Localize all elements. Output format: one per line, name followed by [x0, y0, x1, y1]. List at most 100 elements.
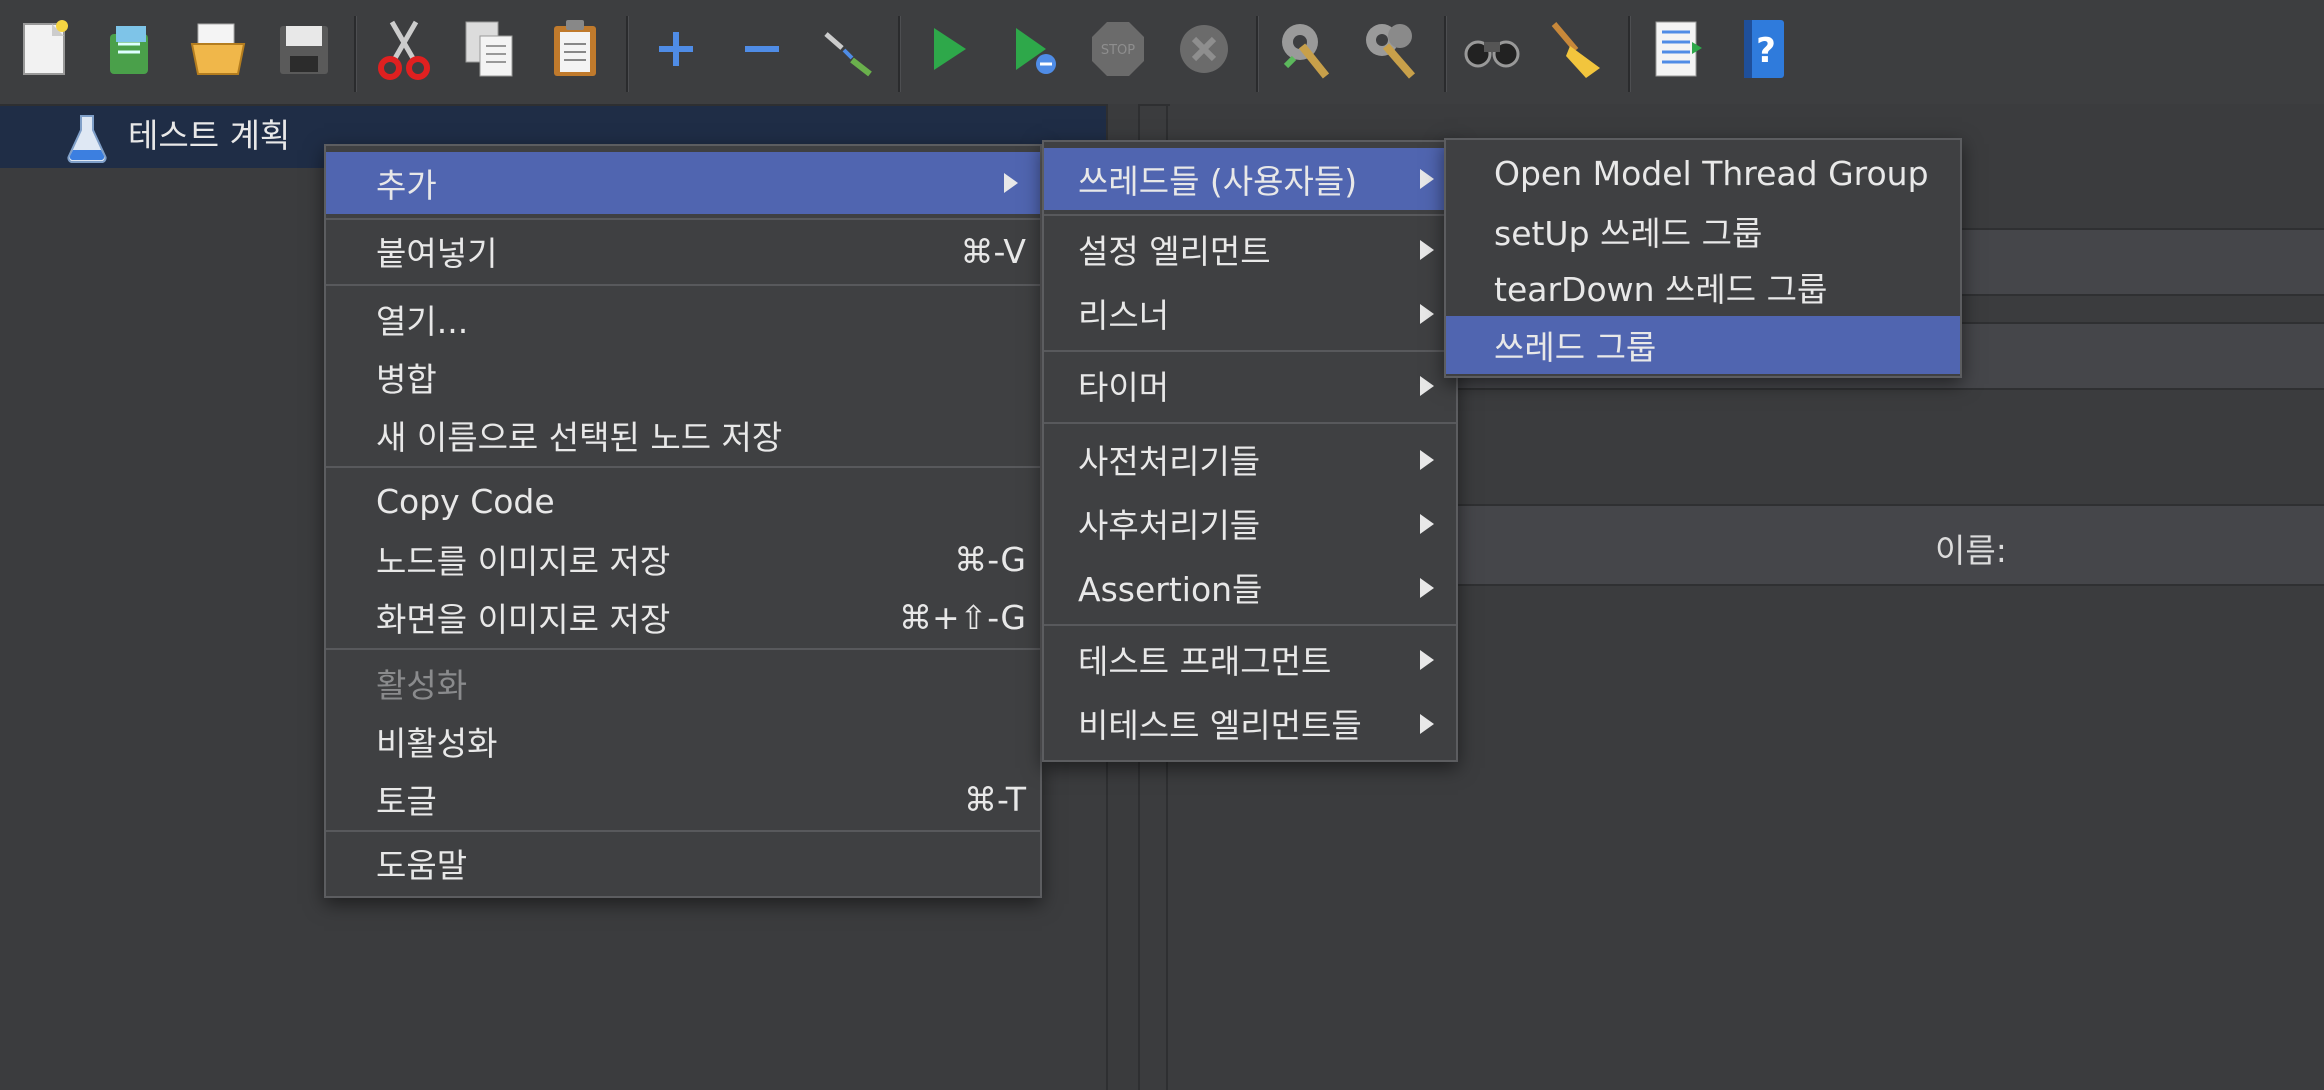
submenu-arrow-icon [1420, 240, 1434, 260]
start-icon[interactable] [916, 14, 980, 84]
menu-item-disable[interactable]: 비활성화 [326, 712, 1040, 770]
menu-item-help[interactable]: 도움말 [326, 834, 1040, 892]
menu-item-label: Copy Code [376, 481, 555, 521]
menu-item-toggle[interactable]: 토글 ⌘-T [326, 770, 1040, 828]
menu-item-label: 쓰레드 그룹 [1494, 328, 1657, 367]
menu-separator [326, 218, 1040, 220]
menu-item-label: 비활성화 [376, 724, 498, 763]
menu-item-label: 리스너 [1078, 296, 1170, 335]
open-icon[interactable] [186, 14, 250, 84]
menu-item-open[interactable]: 열기... [326, 290, 1040, 348]
menu-item-shortcut: ⌘+⇧-G [899, 597, 1026, 637]
menu-item-paste[interactable]: 붙여넣기 ⌘-V [326, 222, 1040, 280]
function-helper-icon[interactable] [1646, 14, 1710, 84]
menu-item-copy-code[interactable]: Copy Code [326, 472, 1040, 530]
toolbar-separator [1256, 16, 1259, 92]
toolbar: STOP ? [0, 0, 2324, 106]
menu-item-setup-thread-group[interactable]: setUp 쓰레드 그룹 [1446, 202, 1960, 260]
templates-icon[interactable] [98, 14, 162, 84]
collapse-icon[interactable] [730, 14, 794, 84]
menu-item-config-element[interactable]: 설정 엘리먼트 [1044, 220, 1456, 278]
menu-item-postprocessors[interactable]: 사후처리기들 [1044, 494, 1456, 552]
toolbar-separator [1628, 16, 1631, 92]
menu-item-label: 추가 [376, 166, 437, 205]
menu-separator [1044, 422, 1456, 424]
menu-item-test-fragment[interactable]: 테스트 프래그먼트 [1044, 630, 1456, 688]
submenu-arrow-icon [1004, 173, 1018, 193]
submenu-arrow-icon [1420, 450, 1434, 470]
clear-icon[interactable] [1272, 14, 1336, 84]
add-submenu: 쓰레드들 (사용자들) 설정 엘리먼트 리스너 타이머 사전처리기들 사후처리기… [1042, 140, 1458, 762]
menu-item-threads[interactable]: 쓰레드들 (사용자들) [1044, 148, 1456, 210]
menu-item-non-test-elements[interactable]: 비테스트 엘리먼트들 [1044, 694, 1456, 752]
menu-separator [1044, 350, 1456, 352]
column-header-name: 이름: [1935, 531, 2007, 570]
new-icon[interactable] [14, 14, 78, 84]
submenu-arrow-icon [1420, 304, 1434, 324]
menu-item-label: Open Model Thread Group [1494, 153, 1929, 193]
menu-item-add[interactable]: 추가 [326, 152, 1040, 214]
shutdown-icon[interactable] [1172, 14, 1236, 84]
toolbar-separator [354, 16, 357, 92]
menu-item-merge[interactable]: 병합 [326, 348, 1040, 406]
cut-icon[interactable] [372, 14, 436, 84]
toolbar-separator [1444, 16, 1447, 92]
menu-item-save-screen-image[interactable]: 화면을 이미지로 저장 ⌘+⇧-G [326, 588, 1040, 646]
menu-item-label: 활성화 [376, 666, 468, 705]
paste-icon[interactable] [544, 14, 608, 84]
menu-item-preprocessors[interactable]: 사전처리기들 [1044, 430, 1456, 488]
test-plan-flask-icon [67, 115, 107, 164]
menu-separator [326, 830, 1040, 832]
menu-item-label: 노드를 이미지로 저장 [376, 542, 671, 581]
submenu-arrow-icon [1420, 650, 1434, 670]
menu-item-label: 붙여넣기 [376, 234, 498, 273]
clear-all-icon[interactable] [1358, 14, 1422, 84]
reset-search-icon[interactable] [1544, 14, 1608, 84]
menu-item-enable: 활성화 [326, 654, 1040, 712]
stop-icon[interactable]: STOP [1086, 14, 1150, 84]
menu-item-label: 도움말 [376, 846, 468, 885]
submenu-arrow-icon [1420, 514, 1434, 534]
menu-separator [326, 648, 1040, 650]
menu-item-label: setUp 쓰레드 그룹 [1494, 214, 1763, 253]
menu-item-label: 사전처리기들 [1078, 442, 1261, 481]
menu-item-label: 쓰레드들 (사용자들) [1078, 162, 1358, 201]
submenu-arrow-icon [1420, 578, 1434, 598]
toolbar-separator [898, 16, 901, 92]
menu-item-save-node-image[interactable]: 노드를 이미지로 저장 ⌘-G [326, 530, 1040, 588]
tree-node-label: 테스트 계획 [128, 116, 291, 155]
stop-icon-text: STOP [1101, 43, 1135, 58]
search-icon[interactable] [1460, 14, 1524, 84]
menu-item-open-model-thread-group[interactable]: Open Model Thread Group [1446, 144, 1960, 202]
menu-item-label: Assertion들 [1078, 570, 1263, 609]
menu-separator [326, 466, 1040, 468]
menu-item-label: 병합 [376, 360, 437, 399]
context-menu: 추가 붙여넣기 ⌘-V 열기... 병합 새 이름으로 선택된 노드 저장 Co… [324, 144, 1042, 898]
expand-icon[interactable] [644, 14, 708, 84]
menu-item-assertions[interactable]: Assertion들 [1044, 558, 1456, 616]
menu-item-teardown-thread-group[interactable]: tearDown 쓰레드 그룹 [1446, 258, 1960, 316]
menu-item-shortcut: ⌘-T [963, 779, 1026, 819]
menu-item-label: 비테스트 엘리먼트들 [1078, 706, 1362, 745]
menu-separator [1044, 214, 1456, 216]
copy-icon[interactable] [458, 14, 522, 84]
menu-item-shortcut: ⌘-V [960, 231, 1026, 271]
menu-item-label: 타이머 [1078, 368, 1170, 407]
threads-submenu: Open Model Thread Group setUp 쓰레드 그룹 tea… [1444, 138, 1962, 378]
toggle-icon[interactable] [816, 14, 880, 84]
help-icon[interactable]: ? [1732, 14, 1796, 84]
menu-item-listener[interactable]: 리스너 [1044, 284, 1456, 342]
menu-item-save-as[interactable]: 새 이름으로 선택된 노드 저장 [326, 406, 1040, 464]
start-no-pause-icon[interactable] [1002, 14, 1066, 84]
toolbar-separator [626, 16, 629, 92]
save-icon[interactable] [272, 14, 336, 84]
svg-text:?: ? [1756, 31, 1776, 71]
menu-separator [1044, 624, 1456, 626]
submenu-arrow-icon [1420, 714, 1434, 734]
menu-item-label: 설정 엘리먼트 [1078, 232, 1271, 271]
menu-item-shortcut: ⌘-G [954, 539, 1026, 579]
menu-item-timer[interactable]: 타이머 [1044, 356, 1456, 414]
menu-item-label: tearDown 쓰레드 그룹 [1494, 270, 1828, 309]
menu-item-label: 테스트 프래그먼트 [1078, 642, 1332, 681]
menu-item-thread-group[interactable]: 쓰레드 그룹 [1446, 316, 1960, 374]
